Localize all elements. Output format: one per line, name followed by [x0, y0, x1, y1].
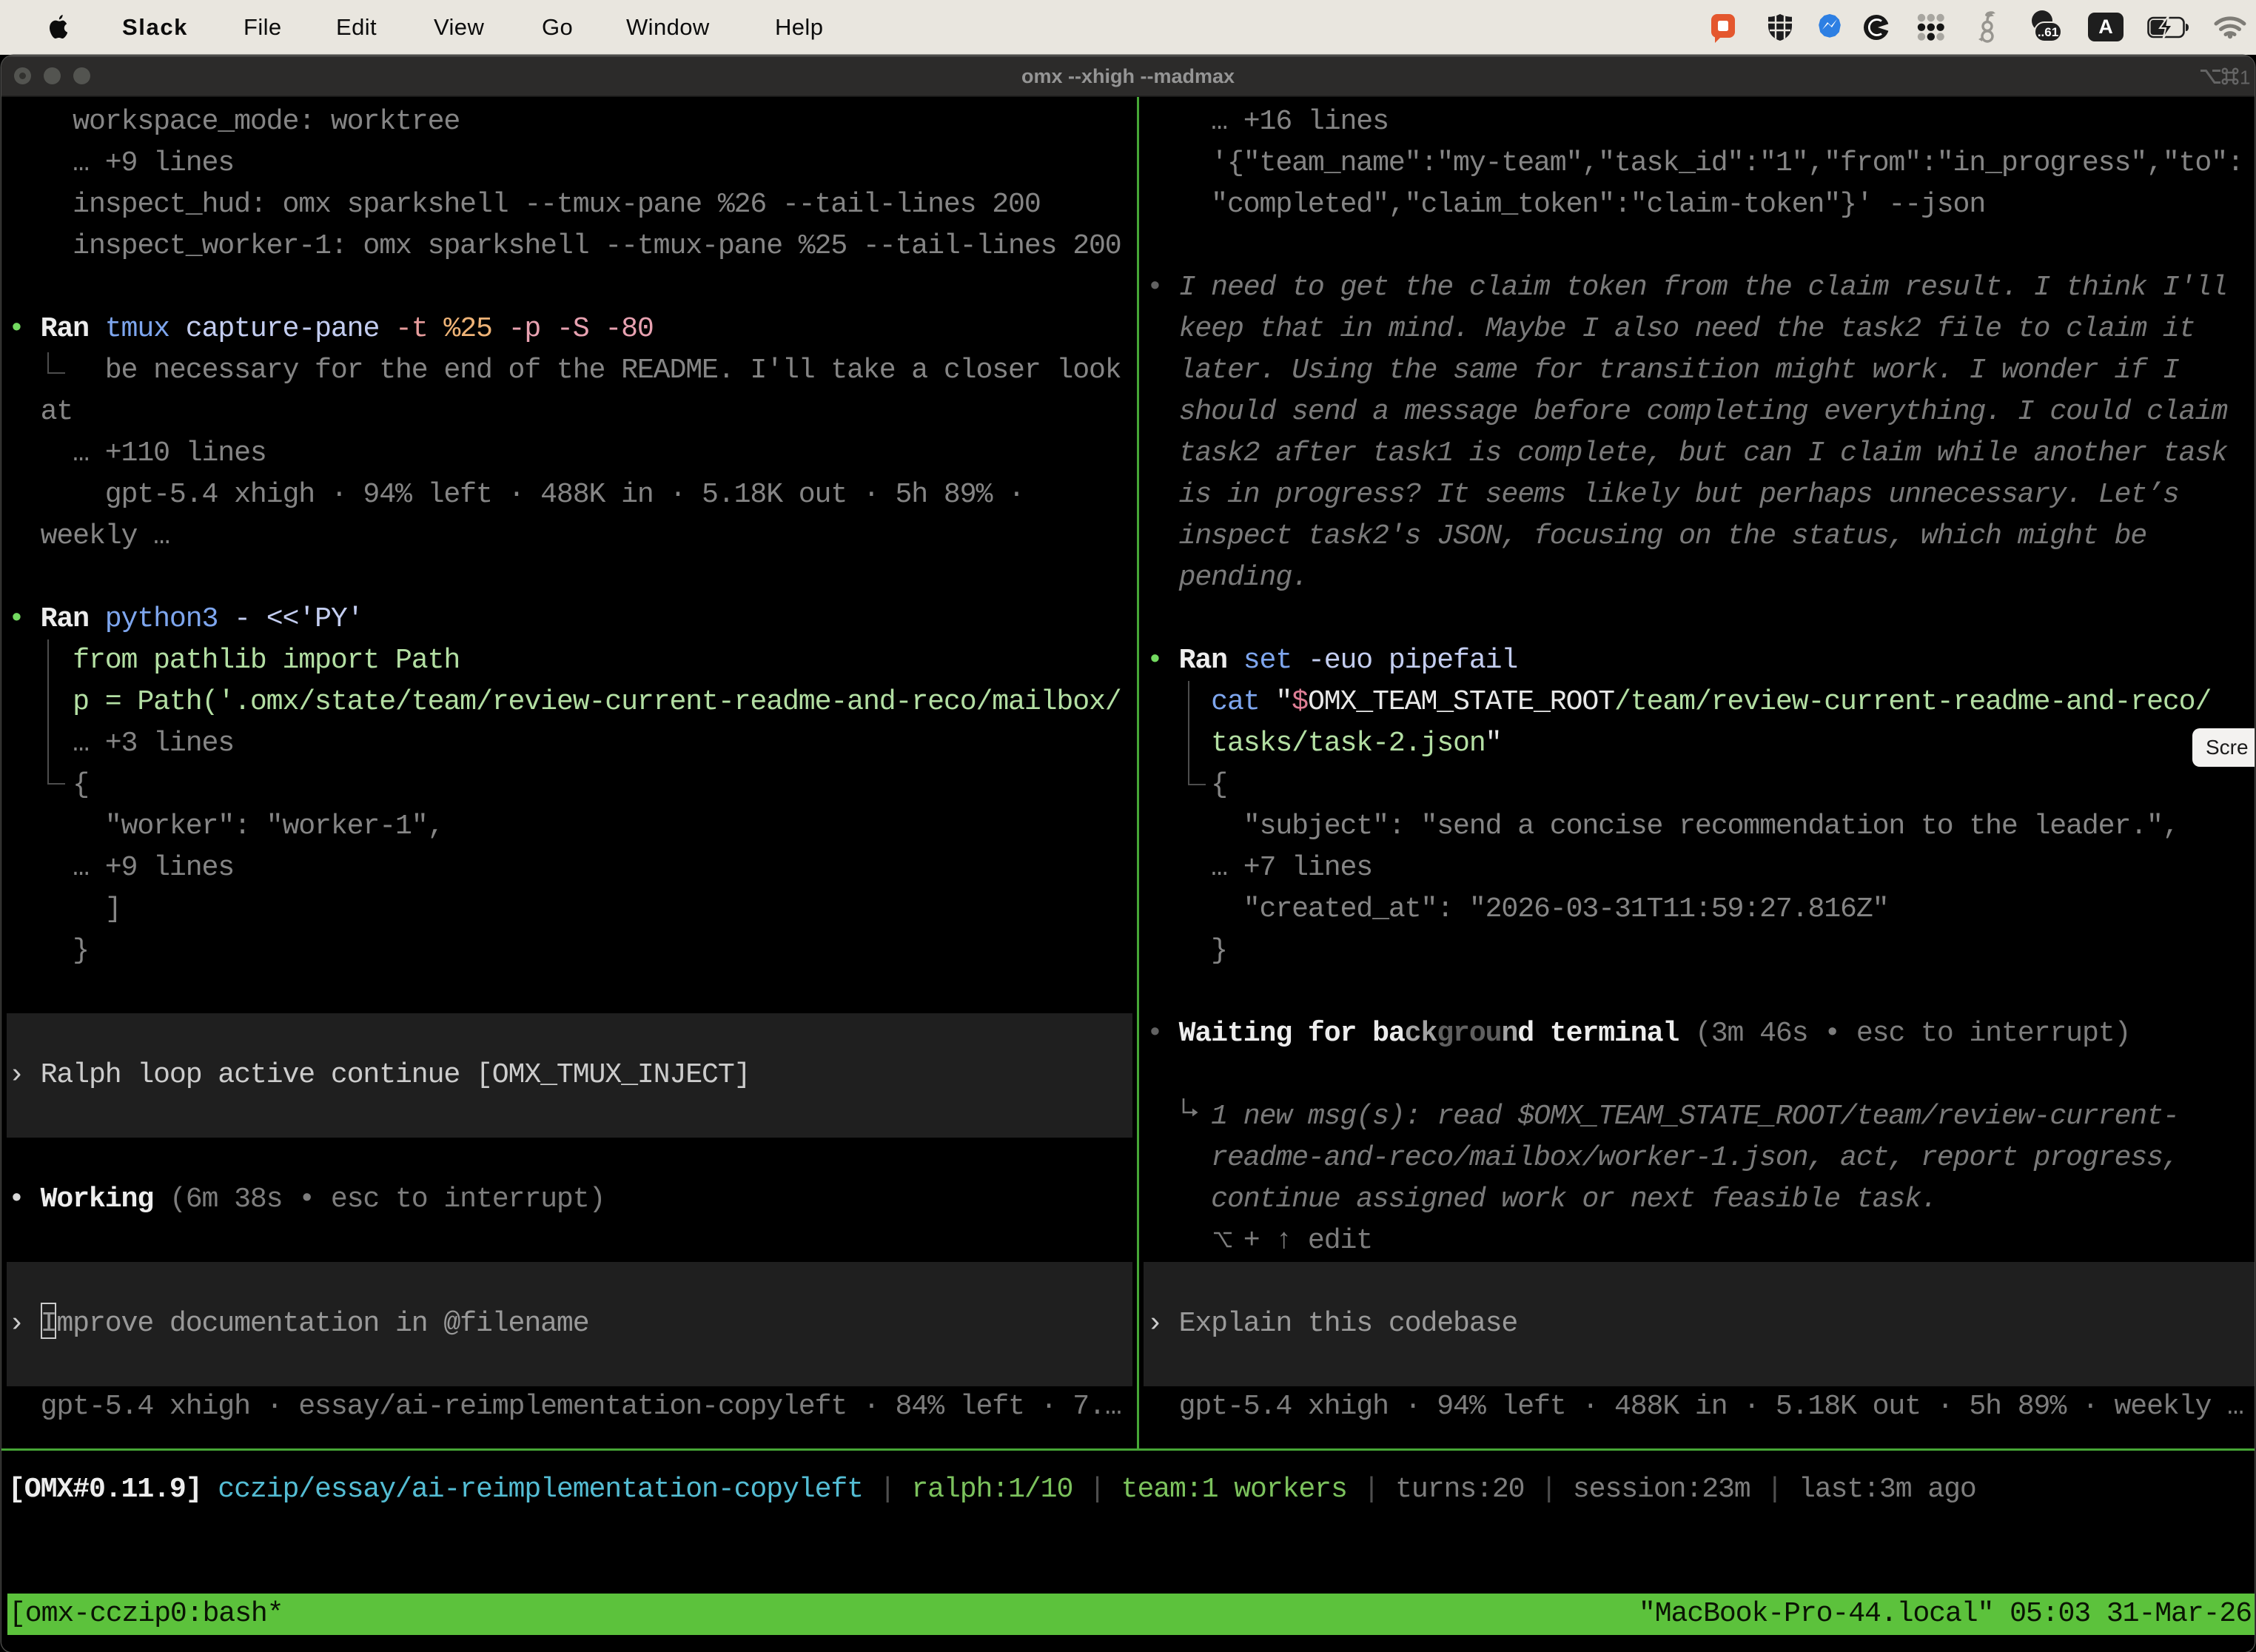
svg-text:..61: ..61: [2038, 25, 2058, 39]
svg-text:1: 1: [2240, 67, 2250, 89]
